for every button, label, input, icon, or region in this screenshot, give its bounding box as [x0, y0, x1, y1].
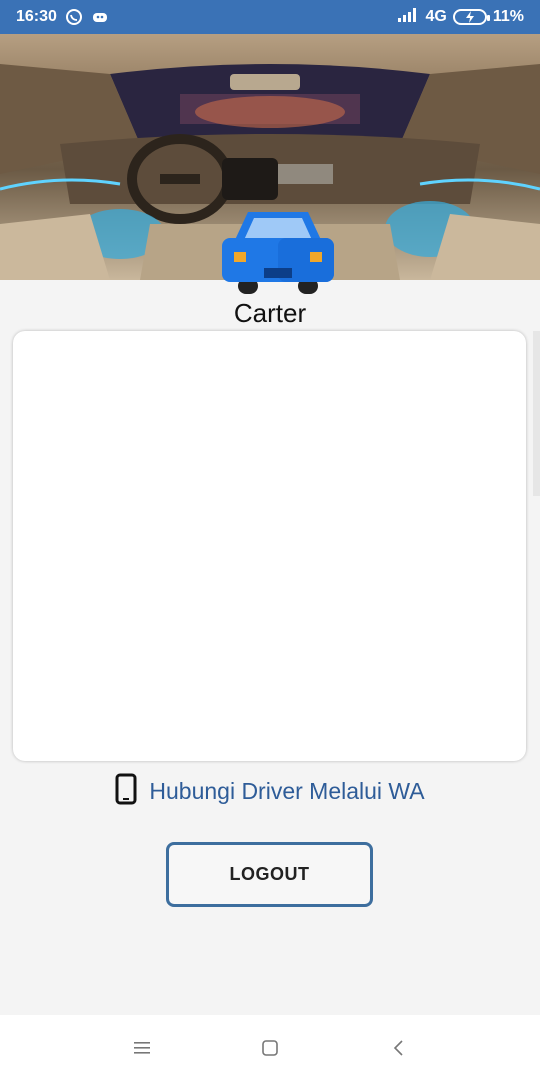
- service-title: Carter: [233, 298, 307, 328]
- status-bar: 16:30 4G 11%: [0, 0, 540, 34]
- contact-driver-label: Hubungi Driver Melalui WA: [149, 777, 425, 804]
- logout-button[interactable]: LOGOUT: [166, 842, 373, 907]
- signal-icon: [397, 7, 420, 27]
- menu-icon[interactable]: [122, 1028, 162, 1068]
- battery-charging-icon: [452, 9, 490, 25]
- back-icon[interactable]: [378, 1028, 418, 1068]
- car-icon: [220, 208, 336, 296]
- contact-driver-link[interactable]: Hubungi Driver Melalui WA: [0, 772, 540, 810]
- scrollbar[interactable]: [533, 331, 540, 496]
- battery-level: 11%: [492, 8, 524, 25]
- network-type: 4G: [425, 8, 447, 25]
- content-card[interactable]: [13, 331, 526, 761]
- phone-icon: [115, 773, 137, 810]
- whatsapp-icon: [65, 8, 83, 26]
- navigation-bar: [0, 1015, 540, 1080]
- home-icon[interactable]: [250, 1028, 290, 1068]
- status-time: 16:30: [16, 8, 57, 25]
- notification-icon: [91, 10, 109, 24]
